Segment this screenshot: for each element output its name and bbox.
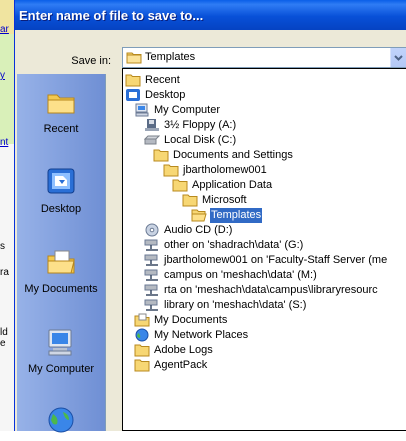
my-computer-icon xyxy=(48,329,72,356)
places-bar: Recent Desktop My Documents My Computer xyxy=(17,74,106,433)
place-my-documents[interactable]: My Documents xyxy=(17,246,105,295)
place-label: Desktop xyxy=(40,203,82,215)
my-documents-icon xyxy=(47,250,75,274)
list-item[interactable]: My Documents xyxy=(134,313,228,328)
list-item-label: My Computer xyxy=(154,104,221,116)
folder-icon xyxy=(163,164,179,177)
desktop-icon xyxy=(47,168,75,194)
place-label: My Computer xyxy=(27,363,95,375)
place-network[interactable] xyxy=(17,404,105,441)
my-computer-icon xyxy=(135,103,149,117)
list-item-label: rta on 'meshach\data\campus\libraryresou… xyxy=(164,284,378,296)
list-item-label: AgentPack xyxy=(154,359,208,371)
list-item[interactable]: Audio CD (D:) xyxy=(144,223,233,238)
list-item-label: Microsoft xyxy=(202,194,247,206)
list-item-label: My Documents xyxy=(154,314,228,326)
list-item-selected[interactable]: Templates xyxy=(191,208,263,223)
list-item-label: Documents and Settings xyxy=(173,149,293,161)
folder-icon xyxy=(182,194,198,207)
list-item[interactable]: Application Data xyxy=(172,178,273,193)
save-dialog: Enter name of file to save to... Save in… xyxy=(14,0,406,433)
background-green-panel xyxy=(0,34,14,144)
title-bar[interactable]: Enter name of file to save to... xyxy=(15,0,406,30)
folder-icon xyxy=(134,359,150,372)
network-drive-icon xyxy=(144,299,158,311)
list-item-label: Desktop xyxy=(145,89,186,101)
place-my-computer[interactable]: My Computer xyxy=(17,326,105,375)
list-item[interactable]: jbartholomew001 on 'Faculty-Staff Server… xyxy=(144,253,388,268)
place-desktop[interactable]: Desktop xyxy=(17,166,105,215)
list-item[interactable]: 3½ Floppy (A:) xyxy=(144,118,237,133)
list-item[interactable]: AgentPack xyxy=(134,358,208,373)
my-documents-icon xyxy=(134,313,150,327)
list-item[interactable]: rta on 'meshach\data\campus\libraryresou… xyxy=(144,283,379,298)
list-item[interactable]: My Network Places xyxy=(134,328,249,343)
folder-icon xyxy=(134,344,150,357)
list-item[interactable]: Desktop xyxy=(125,88,186,103)
background-text-fragment: s xyxy=(0,241,5,252)
list-item-label: other on 'shadrach\data' (G:) xyxy=(164,239,304,251)
list-item-label: campus on 'meshach\data' (M:) xyxy=(164,269,317,281)
list-item-label: jbartholomew001 xyxy=(183,164,267,176)
network-drive-icon xyxy=(144,284,158,296)
place-label: Recent xyxy=(43,123,79,135)
network-drive-icon xyxy=(144,269,158,281)
folder-icon xyxy=(126,52,142,64)
open-folder-icon xyxy=(191,209,207,222)
folder-icon xyxy=(125,74,141,87)
list-item[interactable]: library on 'meshach\data' (S:) xyxy=(144,298,307,313)
list-item[interactable]: Microsoft xyxy=(182,193,248,208)
background-text-fragment: e xyxy=(0,338,6,349)
list-item-label: library on 'meshach\data' (S:) xyxy=(164,299,307,311)
background-text-fragment: ld xyxy=(0,327,8,338)
list-item-label: Local Disk (C:) xyxy=(164,134,237,146)
save-in-combobox[interactable]: Templates xyxy=(122,47,406,68)
list-item-label: Recent xyxy=(145,74,180,86)
place-recent[interactable]: Recent xyxy=(17,86,105,135)
hard-disk-icon xyxy=(144,135,160,145)
list-item[interactable]: Adobe Logs xyxy=(134,343,214,358)
list-item-label: Audio CD (D:) xyxy=(164,224,233,236)
network-places-icon xyxy=(135,328,149,342)
list-item-label: Adobe Logs xyxy=(154,344,213,356)
save-in-label: Save in: xyxy=(71,55,111,67)
dialog-title: Enter name of file to save to... xyxy=(19,8,204,23)
list-item[interactable]: My Computer xyxy=(134,103,221,118)
combo-dropdown-button[interactable] xyxy=(390,48,406,67)
network-globe-icon xyxy=(48,407,74,433)
list-item-label: My Network Places xyxy=(154,329,249,341)
save-in-value: Templates xyxy=(145,51,196,63)
list-item[interactable]: campus on 'meshach\data' (M:) xyxy=(144,268,318,283)
background-text-fragment[interactable]: y xyxy=(0,70,14,81)
folder-icon xyxy=(153,149,169,162)
chevron-down-icon xyxy=(394,55,403,61)
background-text-fragment[interactable]: ar xyxy=(0,24,14,35)
save-in-dropdown-list[interactable]: Recent Desktop My Computer 3½ Floppy (A:… xyxy=(122,68,406,431)
network-drive-icon xyxy=(144,254,158,266)
background-text-fragment: ra xyxy=(0,267,9,278)
list-item-label: 3½ Floppy (A:) xyxy=(164,119,237,131)
list-item[interactable]: Recent xyxy=(125,73,181,88)
network-drive-icon xyxy=(144,239,158,251)
list-item[interactable]: other on 'shadrach\data' (G:) xyxy=(144,238,304,253)
folder-icon xyxy=(172,179,188,192)
list-item[interactable]: jbartholomew001 xyxy=(163,163,268,178)
place-label: My Documents xyxy=(24,283,98,295)
list-item[interactable]: Local Disk (C:) xyxy=(144,133,237,148)
list-item-label: Templates xyxy=(210,208,263,223)
background-window: ar y nt s ra ld e xyxy=(0,0,14,431)
cd-icon xyxy=(145,223,159,237)
list-item[interactable]: Documents and Settings xyxy=(153,148,294,163)
list-item-label: Application Data xyxy=(192,179,273,191)
recent-folder-icon xyxy=(47,94,75,114)
list-item-label: jbartholomew001 on 'Faculty-Staff Server… xyxy=(164,254,388,266)
desktop-icon xyxy=(126,89,140,101)
background-text-fragment[interactable]: nt xyxy=(0,137,14,148)
floppy-icon xyxy=(145,119,159,131)
